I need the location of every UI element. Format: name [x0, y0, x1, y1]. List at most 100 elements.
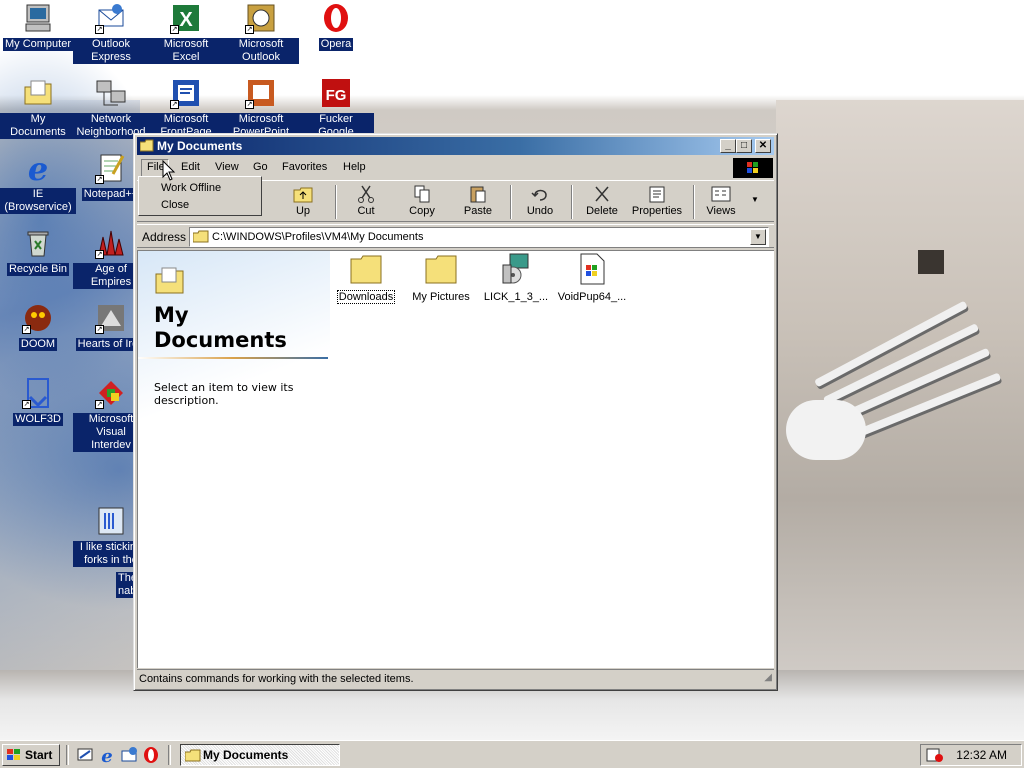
maximize-button[interactable]: □	[736, 139, 752, 153]
shortcut-arrow-icon: ↗	[245, 25, 254, 34]
paste-button[interactable]: Paste	[450, 184, 506, 220]
delete-x-icon	[592, 185, 612, 203]
copy-button[interactable]: Copy	[394, 184, 450, 220]
file-item-lick[interactable]: LICK_1_3_...	[478, 253, 554, 303]
clock[interactable]: 12:32 AM	[956, 745, 1007, 765]
undo-icon	[530, 185, 550, 203]
installer-icon	[500, 253, 532, 285]
address-value: C:\WINDOWS\Profiles\VM4\My Documents	[212, 231, 424, 243]
my-documents-window[interactable]: My Documents _ □ ✕ File Edit View Go Fav…	[133, 133, 778, 691]
views-button[interactable]: Views	[693, 184, 749, 220]
maximize-icon: □	[740, 140, 748, 151]
desktop-icon-doom[interactable]: ↗ DOOM	[0, 302, 76, 351]
show-desktop-icon[interactable]	[76, 746, 94, 764]
desktop-icon-microsoft-frontpage[interactable]: ↗ Microsoft FrontPage	[148, 77, 224, 139]
cut-label: Cut	[357, 205, 375, 217]
pane-title: My Documents	[154, 303, 287, 352]
paste-label: Paste	[463, 205, 493, 217]
taskbar-button-my-documents[interactable]: My Documents	[180, 744, 340, 766]
quicklaunch-separator	[66, 745, 69, 765]
svg-text:e: e	[28, 152, 48, 184]
desktop-icon-microsoft-excel[interactable]: X ↗ Microsoft Excel	[148, 2, 224, 64]
delete-button[interactable]: Delete	[574, 184, 630, 220]
properties-icon	[647, 185, 667, 203]
desktop-icon-text-file[interactable]: The nab	[80, 572, 140, 598]
file-item-my-pictures[interactable]: My Pictures	[403, 253, 479, 303]
address-input[interactable]: C:\WINDOWS\Profiles\VM4\My Documents ▼	[189, 227, 769, 247]
antivirus-icon: FG	[320, 77, 352, 109]
shortcut-arrow-icon: ↗	[95, 400, 104, 409]
desktop-icon-label: IE (Browservice)	[0, 188, 76, 214]
views-icon	[711, 185, 731, 203]
menu-view-label: View	[215, 161, 239, 173]
desktop-icon-ie-browservice[interactable]: e IE (Browservice)	[0, 150, 76, 214]
wolf3d-icon: ↗	[22, 377, 54, 409]
desktop-icon-recycle-bin[interactable]: Recycle Bin	[0, 227, 76, 276]
copy-icon	[412, 185, 432, 203]
desktop-icon-label: Microsoft Excel	[148, 38, 224, 64]
start-label: Start	[25, 748, 53, 762]
window-titlebar[interactable]: My Documents _ □ ✕	[137, 137, 774, 155]
internet-explorer-icon[interactable]: e	[98, 746, 116, 767]
powerpoint-icon: ↗	[245, 77, 277, 109]
undo-button[interactable]: Undo	[512, 184, 568, 220]
shortcut-arrow-icon: ↗	[170, 25, 179, 34]
file-item-downloads[interactable]: Downloads	[328, 253, 404, 304]
menu-go[interactable]: Go	[249, 156, 272, 178]
desktop-icon-network-neighborhood[interactable]: Network Neighborhood	[73, 77, 149, 139]
views-dropdown-arrow-icon[interactable]: ▼	[751, 195, 759, 204]
file-name: My Pictures	[412, 291, 470, 303]
large-folder-icon	[154, 265, 186, 297]
desktop-icon-my-computer[interactable]: My Computer	[0, 2, 76, 51]
scheduler-icon[interactable]	[926, 747, 944, 763]
properties-button[interactable]: Properties	[630, 184, 684, 220]
desktop-icon-microsoft-powerpoint[interactable]: ↗ Microsoft PowerPoint	[223, 77, 299, 139]
desktop-icon-my-documents[interactable]: My Documents	[0, 77, 76, 139]
menu-item-work-offline[interactable]: Work Offline	[161, 182, 221, 194]
opera-icon[interactable]	[142, 746, 160, 764]
file-menu-dropdown: Work Offline Close	[138, 176, 262, 216]
address-label: Address	[142, 230, 187, 244]
outlook-icon: ↗	[245, 2, 277, 34]
desktop-icon-label: Microsoft Outlook	[223, 38, 299, 64]
doom-icon: ↗	[22, 302, 54, 334]
shortcut-arrow-icon: ↗	[245, 100, 254, 109]
outlook-express-icon[interactable]	[120, 746, 138, 764]
toolbar-separator	[335, 185, 337, 219]
my-documents-icon	[22, 77, 54, 109]
svg-text:FG: FG	[326, 87, 347, 104]
notepad-icon: ↗	[95, 152, 127, 184]
up-button[interactable]: Up	[275, 184, 331, 220]
window-title: My Documents	[157, 139, 243, 153]
mouse-cursor-icon	[162, 159, 176, 182]
menu-item-close[interactable]: Close	[161, 199, 189, 211]
shortcut-arrow-icon: ↗	[95, 325, 104, 334]
cut-button[interactable]: Cut	[338, 184, 394, 220]
close-button[interactable]: ✕	[755, 139, 771, 153]
folder-content-area[interactable]: My Documents Select an item to view its …	[137, 250, 774, 668]
desktop-icon-label: Notepad++	[81, 188, 141, 201]
file-item-voidpup64[interactable]: VoidPup64_...	[554, 253, 630, 303]
shortcut-arrow-icon: ↗	[170, 100, 179, 109]
folder-icon	[425, 253, 457, 285]
status-bar: Contains commands for working with the s…	[137, 669, 774, 687]
age-of-empires-icon: ↗	[95, 227, 127, 259]
menu-favorites[interactable]: Favorites	[278, 156, 331, 178]
start-button[interactable]: Start	[2, 744, 60, 766]
menu-help[interactable]: Help	[339, 156, 370, 178]
scissors-icon	[356, 185, 376, 203]
desktop-icon-wolf3d[interactable]: ↗ WOLF3D	[0, 377, 76, 426]
status-text: Contains commands for working with the s…	[139, 673, 414, 685]
menu-edit[interactable]: Edit	[177, 156, 204, 178]
desktop-icon-label: Opera	[318, 38, 354, 51]
address-dropdown-button[interactable]: ▼	[750, 229, 766, 245]
desktop-icon-microsoft-outlook[interactable]: ↗ Microsoft Outlook	[223, 2, 299, 64]
minimize-button[interactable]: _	[720, 139, 736, 153]
desktop-icon-label: My Computer	[2, 38, 74, 51]
menu-edit-label: Edit	[181, 161, 200, 173]
frontpage-icon: ↗	[170, 77, 202, 109]
resize-grip-icon[interactable]: ◢	[764, 669, 772, 687]
desktop-icon-outlook-express[interactable]: ↗ Outlook Express	[73, 2, 149, 64]
menu-view[interactable]: View	[211, 156, 243, 178]
desktop-icon-opera[interactable]: Opera	[298, 2, 374, 51]
